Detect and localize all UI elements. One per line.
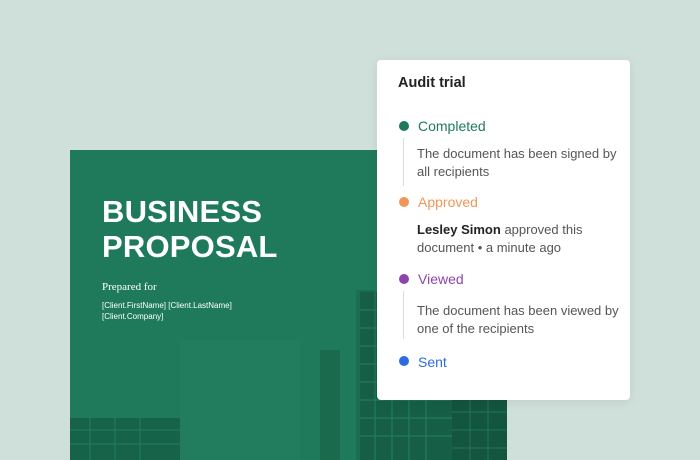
client-name-placeholder: [Client.FirstName] [Client.LastName] — [102, 301, 232, 310]
audit-trail-title: Audit trial — [398, 75, 466, 91]
step-approved-desc: Lesley Simon approved this document • a … — [417, 221, 622, 257]
approved-status-dot — [399, 197, 409, 207]
completed-status-dot — [399, 121, 409, 131]
step-viewed-desc: The document has been viewed by one of t… — [417, 303, 619, 336]
sent-status-dot — [399, 356, 409, 366]
step-completed-label: Completed — [418, 118, 486, 134]
step-approved-label: Approved — [418, 194, 478, 210]
timeline-connector — [403, 138, 404, 186]
step-sent-label: Sent — [418, 354, 447, 370]
audit-trail-card: Audit trial Completed The document has b… — [377, 60, 630, 400]
title-line-1: BUSINESS — [102, 194, 263, 229]
prepared-for-label: Prepared for — [102, 281, 157, 293]
title-line-2: PROPOSAL — [102, 229, 278, 264]
viewed-status-dot — [399, 274, 409, 284]
proposal-title: BUSINESS PROPOSAL — [102, 194, 278, 264]
timeline-connector — [403, 291, 404, 339]
client-company-placeholder: [Client.Company] — [102, 312, 164, 321]
approver-name: Lesley Simon — [417, 222, 501, 237]
step-viewed-label: Viewed — [418, 271, 464, 287]
step-completed-desc: The document has been signed by all reci… — [417, 146, 617, 179]
